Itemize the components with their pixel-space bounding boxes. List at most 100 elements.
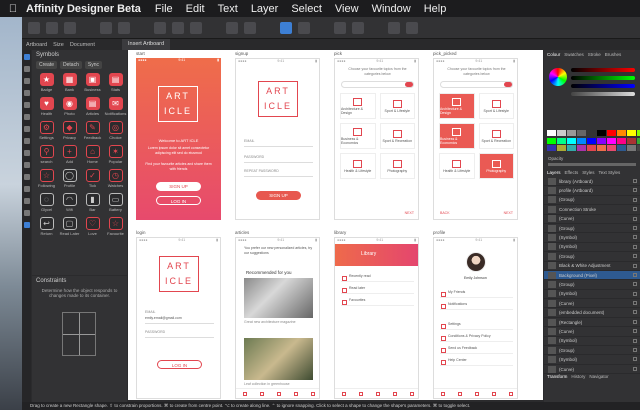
pen-tool-icon[interactable] xyxy=(23,90,30,96)
profile-row-friends[interactable]: My Friends xyxy=(440,290,513,298)
symbol-business[interactable]: ▣ Business xyxy=(82,73,103,95)
menu-file[interactable]: File xyxy=(155,3,173,15)
blue-slider[interactable] xyxy=(571,84,635,88)
color-swatch[interactable] xyxy=(567,130,576,136)
arrange-back-icon[interactable] xyxy=(244,21,256,34)
symbol-search[interactable]: ⚲ search xyxy=(36,145,57,167)
artboard-start[interactable]: ●●●● 9:41 ▮ ART ICLE Welcome to ART ICLE L… xyxy=(136,58,221,220)
symbol-add[interactable]: + Add xyxy=(59,145,80,167)
color-swatch[interactable] xyxy=(617,145,626,152)
symbol-tick[interactable]: ✓ Tick xyxy=(82,169,103,191)
library-row-read-later[interactable]: Read later xyxy=(341,286,414,294)
fill-color-icon[interactable] xyxy=(23,222,30,228)
artboard-pick[interactable]: ●●●● 9:41 ▮ Choose your favourite topics f… xyxy=(334,58,419,220)
layer-row[interactable]: (Symbol) xyxy=(544,243,640,253)
menu-window[interactable]: Window xyxy=(372,3,411,15)
color-wheel[interactable] xyxy=(549,68,567,86)
add-icon[interactable] xyxy=(375,391,380,396)
layer-visibility-checkbox[interactable] xyxy=(633,329,637,334)
layer-visibility-checkbox[interactable] xyxy=(633,207,637,212)
designer-persona-icon[interactable] xyxy=(28,21,40,34)
layer-row[interactable]: (Group) xyxy=(544,346,640,356)
color-swatch[interactable] xyxy=(557,130,566,136)
signup-repeat-password-field[interactable]: REPEAT PASSWORD xyxy=(244,169,313,177)
color-swatch[interactable] xyxy=(557,137,566,144)
green-slider[interactable] xyxy=(571,76,635,80)
tab-history[interactable]: History xyxy=(571,374,585,379)
menu-select[interactable]: Select xyxy=(291,3,322,15)
boolean-subtract-icon[interactable] xyxy=(172,21,184,34)
layer-visibility-checkbox[interactable] xyxy=(633,338,637,343)
topic-tile-selected[interactable]: Photography xyxy=(478,153,514,179)
layer-row[interactable]: library (Artboard) xyxy=(544,177,640,187)
context-size[interactable]: Size xyxy=(53,42,64,48)
symbols-detach-button[interactable]: Detach xyxy=(60,61,82,69)
symbol-wifi[interactable]: ◠ Wifi xyxy=(59,193,80,215)
layer-visibility-checkbox[interactable] xyxy=(633,188,637,193)
menu-help[interactable]: Help xyxy=(424,3,447,15)
symbol-settings[interactable]: ⚙ Settings xyxy=(36,121,57,143)
menu-text[interactable]: Text xyxy=(218,3,238,15)
color-swatch[interactable] xyxy=(597,137,606,144)
tab-brushes[interactable]: Brushes xyxy=(605,52,622,57)
topic-tile[interactable]: Sport & Lifestyle xyxy=(478,93,514,119)
topic-tile[interactable]: Sport & Recreation xyxy=(478,123,514,149)
symbol-stats[interactable]: ▤ Stats xyxy=(105,73,126,95)
layer-row[interactable]: (Symbol) xyxy=(544,233,640,243)
layer-visibility-checkbox[interactable] xyxy=(633,244,637,249)
tab-styles[interactable]: Styles xyxy=(582,170,594,175)
context-document[interactable]: Document xyxy=(70,42,95,48)
pick-picked-next-button[interactable]: NEXT xyxy=(504,211,513,215)
signup-email-field[interactable]: EMAIL xyxy=(244,139,313,147)
color-swatch[interactable] xyxy=(607,130,616,136)
artboard-articles[interactable]: ●●●● 9:41 ▮ You prefer our new personalize… xyxy=(235,237,320,399)
symbol-badge[interactable]: ★ Badge xyxy=(36,73,57,95)
pick-back-button[interactable]: BACK xyxy=(440,211,450,215)
layer-visibility-checkbox[interactable] xyxy=(633,348,637,353)
constraints-widget[interactable] xyxy=(62,312,96,356)
insert-artboard-button[interactable]: Insert Artboard xyxy=(122,39,171,50)
color-swatch[interactable] xyxy=(567,137,576,144)
menu-layer[interactable]: Layer xyxy=(251,3,279,15)
login-button[interactable]: LOG IN xyxy=(157,360,202,369)
flip-icon[interactable] xyxy=(352,21,364,34)
layer-row[interactable]: profile (Artboard) xyxy=(544,186,640,196)
brush-tool-icon[interactable] xyxy=(23,114,30,120)
canvas[interactable]: start ●●●● 9:41 ▮ ART ICLE Welcome to ART … xyxy=(128,50,543,400)
symbol-home[interactable]: ⌂ Home xyxy=(82,145,103,167)
boolean-intersect-icon[interactable] xyxy=(190,21,202,34)
layer-visibility-checkbox[interactable] xyxy=(633,310,637,315)
add-icon[interactable] xyxy=(474,391,479,396)
opacity-slider[interactable] xyxy=(548,163,636,166)
color-swatch[interactable] xyxy=(617,137,626,144)
color-swatch[interactable] xyxy=(567,145,576,152)
layer-visibility-checkbox[interactable] xyxy=(633,272,637,277)
artboard-library[interactable]: ●●●● 9:41 ▮ Library Recently read Read lat… xyxy=(334,237,419,399)
tab-colour[interactable]: Colour xyxy=(547,52,560,57)
export-persona-icon[interactable] xyxy=(64,21,76,34)
zoom-tool-icon[interactable] xyxy=(23,198,30,204)
transform-icon[interactable] xyxy=(298,21,310,34)
symbol-return[interactable]: ↩ Return xyxy=(36,217,57,239)
layer-visibility-checkbox[interactable] xyxy=(633,282,637,287)
layer-visibility-checkbox[interactable] xyxy=(633,254,637,259)
color-swatch[interactable] xyxy=(577,145,586,152)
profile-row-notifications[interactable]: Notifications xyxy=(440,302,513,310)
layer-row[interactable]: Black & White Adjustment xyxy=(544,262,640,271)
artboard-signup[interactable]: ●●●● 9:41 ▮ ART ICLE EMAIL PASSWORD REPEAT… xyxy=(235,58,320,220)
profile-row-help[interactable]: Help Center xyxy=(440,358,513,366)
symbol-glycel[interactable]: ◌ Glycel xyxy=(36,193,57,215)
login-password-field[interactable]: PASSWORD xyxy=(145,330,214,338)
menu-edit[interactable]: Edit xyxy=(186,3,205,15)
document-setup-icon[interactable] xyxy=(100,21,112,34)
symbol-articles[interactable]: ▤ Articles xyxy=(82,97,103,119)
profile-row-settings[interactable]: Settings xyxy=(440,322,513,330)
snapping-options-icon[interactable] xyxy=(388,21,400,34)
profile-icon[interactable] xyxy=(409,391,414,396)
symbol-watches[interactable]: ◷ Watches xyxy=(105,169,126,191)
layer-row[interactable]: (Group) xyxy=(544,252,640,262)
symbols-create-button[interactable]: Create xyxy=(36,61,58,69)
topic-tile[interactable]: Health & Lifestyle xyxy=(439,153,475,179)
tab-transform[interactable]: Transform xyxy=(547,374,567,379)
symbol-bar[interactable]: ▮ Bar xyxy=(82,193,103,215)
